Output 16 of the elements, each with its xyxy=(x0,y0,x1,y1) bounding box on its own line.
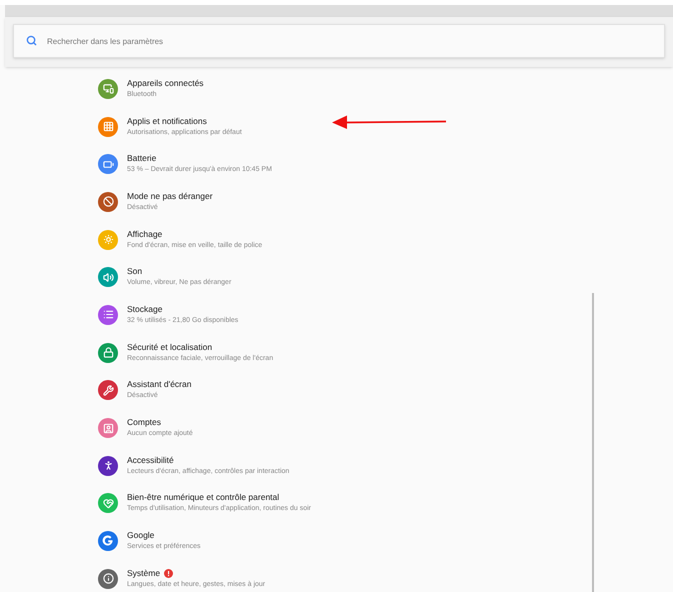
item-title: Son xyxy=(127,266,142,278)
item-title: Assistant d'écran xyxy=(127,379,192,390)
item-title: Accessibilité xyxy=(127,454,174,466)
item-title: Stockage xyxy=(127,304,162,315)
item-title: Google xyxy=(127,530,154,542)
item-title: Bien-être numérique et contrôle parental xyxy=(127,492,280,504)
item-title: Mode ne pas déranger xyxy=(127,190,213,202)
search-field[interactable]: Rechercher dans les paramètres xyxy=(13,24,665,58)
item-title: Système xyxy=(127,568,160,579)
item-title: Sécurité et localisation xyxy=(127,342,212,353)
search-icon xyxy=(26,35,37,46)
item-title: Applis et notifications xyxy=(127,116,207,127)
item-title: Affichage xyxy=(127,228,162,240)
item-title: Comptes xyxy=(127,417,162,428)
item-title: Appareils connectés xyxy=(127,78,204,89)
item-title: Batterie xyxy=(127,153,156,164)
